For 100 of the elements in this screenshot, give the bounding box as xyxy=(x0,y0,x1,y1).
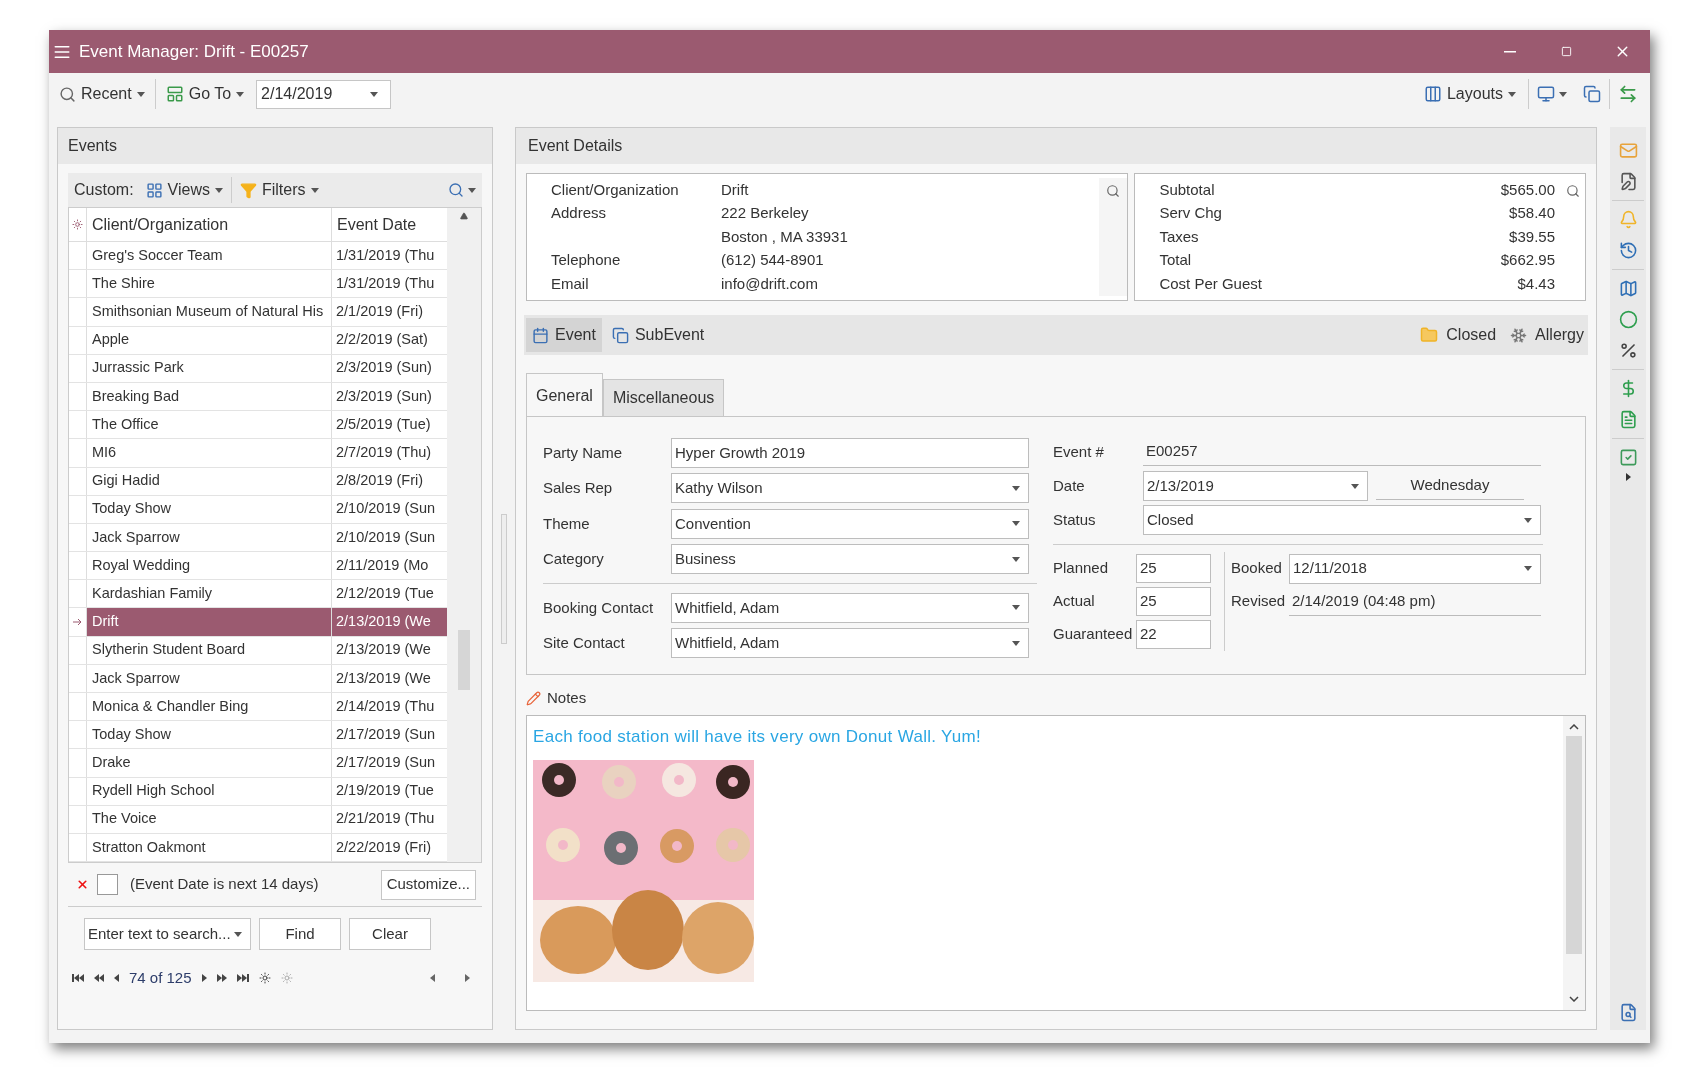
caret-icon[interactable] xyxy=(1625,473,1631,481)
checkbox-icon[interactable] xyxy=(1618,448,1638,467)
column-chooser-button[interactable] xyxy=(448,182,476,198)
filter-text: (Event Date is next 14 days) xyxy=(130,874,319,895)
first-page-icon[interactable] xyxy=(72,974,84,983)
caret-icon xyxy=(1012,556,1020,562)
last-page-icon[interactable] xyxy=(236,974,249,983)
dropdown-field[interactable]: Closed xyxy=(1143,505,1541,535)
table-row[interactable]: MI6 2/7/2019 (Thu) xyxy=(69,439,447,468)
date-field[interactable]: 2/14/2019 xyxy=(256,79,392,109)
scroll-thumb[interactable] xyxy=(458,630,470,690)
number-field[interactable]: 25 xyxy=(1136,554,1211,583)
column-header[interactable]: Event Date xyxy=(332,208,447,241)
caret-icon xyxy=(310,187,319,193)
field-label: Party Name xyxy=(543,442,624,463)
number-field[interactable]: 25 xyxy=(1136,587,1211,616)
scrollbar[interactable] xyxy=(447,208,481,863)
table-row[interactable]: Monica & Chandler Bing 2/14/2019 (Thu xyxy=(69,693,447,722)
dropdown-field[interactable]: Convention xyxy=(671,508,1029,539)
scroll-thumb[interactable] xyxy=(1566,736,1582,954)
search-icon[interactable] xyxy=(1566,184,1580,198)
next-icon[interactable] xyxy=(201,974,207,983)
field-value: $662.95 xyxy=(1500,250,1555,270)
views-button[interactable]: Views xyxy=(145,178,223,202)
table-row[interactable]: Greg's Soccer Team 1/31/2019 (Thu xyxy=(69,242,447,271)
search-field[interactable]: Enter text to search... xyxy=(84,918,251,951)
table-row[interactable]: Rydell High School 2/19/2019 (Tue xyxy=(69,777,447,806)
table-row[interactable]: Apple 2/2/2019 (Sat) xyxy=(69,326,447,355)
table-row[interactable]: Gigi Hadid 2/8/2019 (Fri) xyxy=(69,467,447,496)
table-row[interactable]: Jack Sparrow 2/10/2019 (Sun xyxy=(69,523,447,553)
circle-icon[interactable] xyxy=(1618,310,1638,329)
status-label: Closed xyxy=(1446,325,1497,345)
grid-icon xyxy=(145,181,163,199)
table-row[interactable]: The Shire 1/31/2019 (Thu xyxy=(69,270,447,299)
window-layout-button[interactable] xyxy=(1537,85,1567,103)
dropdown-field[interactable]: Kathy Wilson xyxy=(671,473,1029,504)
dropdown-field[interactable]: 2/13/2019 xyxy=(1143,471,1368,501)
number-field[interactable]: 22 xyxy=(1136,620,1211,649)
text-field[interactable]: Hyper Growth 2019 xyxy=(671,437,1029,468)
percent-icon[interactable] xyxy=(1618,341,1638,360)
scroll-up-icon[interactable] xyxy=(1569,724,1579,730)
field-label: Category xyxy=(543,549,605,569)
field-label: Booked xyxy=(1231,558,1283,579)
scroll-up-icon[interactable] xyxy=(460,212,468,220)
previous-icon[interactable] xyxy=(114,974,119,983)
table-row[interactable]: Jack Sparrow 2/13/2019 (We xyxy=(69,664,447,693)
table-cell-text: 2/19/2019 (Tue xyxy=(335,781,435,801)
table-row[interactable]: The Office 2/5/2019 (Tue) xyxy=(69,411,447,440)
notes-text: Each food station will have its very own Donut Wall. Yum! xyxy=(533,726,982,748)
custom-label: Custom: xyxy=(74,180,134,200)
table-row[interactable]: Slytherin Student Board 2/13/2019 (We xyxy=(69,636,447,665)
table-row[interactable]: The Voice 2/21/2019 (Thu xyxy=(69,805,447,834)
table-row[interactable]: Today Show 2/10/2019 (Sun xyxy=(69,495,447,524)
table-row[interactable]: Royal Wedding 2/11/2019 (Mo xyxy=(69,552,447,581)
field-label: Booking Contact xyxy=(543,597,655,618)
go-to-button[interactable]: Go To xyxy=(161,82,249,106)
table-row[interactable]: Jurrassic Park 2/3/2019 (Sun) xyxy=(69,354,447,383)
search-icon[interactable] xyxy=(1106,184,1121,198)
table-row[interactable]: Today Show 2/17/2019 (Sun xyxy=(69,721,447,750)
scroll-down-icon[interactable] xyxy=(1569,996,1579,1002)
panel-title: Event Details xyxy=(528,136,623,156)
swap-icon[interactable] xyxy=(1618,84,1638,104)
append-icon[interactable] xyxy=(258,972,271,985)
clear-button[interactable]: Clear xyxy=(349,918,431,951)
table-row[interactable]: Smithsonian Museum of Natural His 2/1/2019 (Fri) xyxy=(69,298,447,327)
previous-page-icon[interactable] xyxy=(94,974,104,983)
windows-icon[interactable] xyxy=(1583,85,1601,103)
form-tab[interactable]: General xyxy=(526,373,603,417)
customize-button[interactable]: Customize... xyxy=(380,869,476,900)
table-cell-text: 2/22/2019 (Fri) xyxy=(335,837,433,857)
map-icon[interactable] xyxy=(1618,279,1638,298)
filter-checkbox[interactable] xyxy=(97,874,118,896)
find-button[interactable]: Find xyxy=(259,918,341,951)
form-tab[interactable]: Miscellaneous xyxy=(602,379,725,417)
search-icon xyxy=(59,85,76,103)
table-row[interactable]: Drake 2/17/2019 (Sun xyxy=(69,749,447,778)
view-tab[interactable]: Event xyxy=(526,318,602,352)
scroll-right-icon[interactable] xyxy=(465,974,470,983)
edit-document-icon[interactable] xyxy=(1618,172,1638,191)
recent-button[interactable]: Recent xyxy=(55,82,149,106)
table-cell-text: 2/5/2019 (Tue) xyxy=(335,414,432,434)
dropdown-field[interactable]: 12/11/2018 xyxy=(1289,553,1541,584)
view-tab[interactable]: SubEvent xyxy=(605,318,711,352)
dropdown-field[interactable]: Whitfield, Adam xyxy=(671,592,1029,623)
scroll-left-icon[interactable] xyxy=(430,974,435,983)
invoice-icon[interactable] xyxy=(1618,410,1638,429)
history-icon[interactable] xyxy=(1618,241,1638,260)
table-row[interactable]: Drift 2/13/2019 (We xyxy=(69,608,447,637)
column-header[interactable]: Client/Organization xyxy=(87,208,332,241)
layouts-button[interactable]: Layouts xyxy=(1419,82,1520,106)
filters-button[interactable]: Filters xyxy=(239,178,319,202)
table-cell: The Office xyxy=(87,411,332,439)
table-row[interactable]: Breaking Bad 2/3/2019 (Sun) xyxy=(69,382,447,412)
table-row[interactable]: Stratton Oakmont 2/22/2019 (Fri) xyxy=(69,833,447,863)
dropdown-field[interactable]: Whitfield, Adam xyxy=(671,628,1029,659)
document-search-icon[interactable] xyxy=(1618,1003,1638,1022)
next-page-icon[interactable] xyxy=(216,974,227,983)
scrollbar[interactable] xyxy=(1563,716,1585,1010)
dropdown-field[interactable]: Business xyxy=(671,544,1029,575)
remove-filter-icon[interactable] xyxy=(76,878,89,892)
